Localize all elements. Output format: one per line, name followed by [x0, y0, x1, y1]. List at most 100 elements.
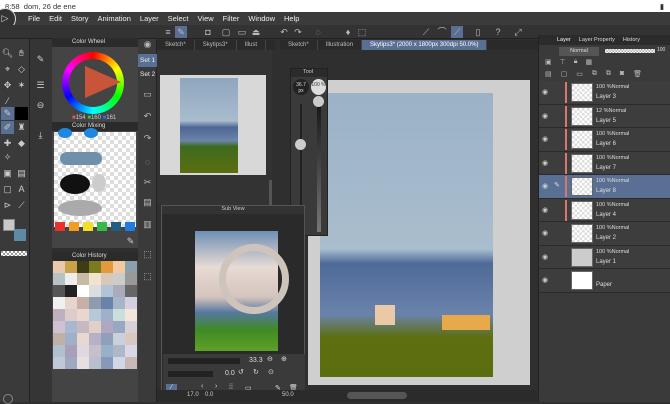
ruler-icon[interactable]: ⟋	[420, 26, 432, 38]
history-swatch[interactable]	[125, 321, 137, 333]
previous-icon[interactable]: ‹	[201, 383, 203, 390]
palette-swatch[interactable]	[55, 222, 65, 231]
tab-sketch[interactable]: Sketch*	[157, 40, 195, 50]
history-swatch[interactable]	[113, 321, 125, 333]
layer-row[interactable]: ◉ Paper	[539, 269, 670, 293]
mixing-canvas[interactable]	[54, 128, 136, 227]
settings-sliders-icon[interactable]: ☰	[34, 79, 47, 92]
history-swatch[interactable]	[77, 261, 89, 273]
history-swatch[interactable]	[101, 285, 113, 297]
clear-icon[interactable]: ◌	[312, 26, 324, 38]
history-swatch[interactable]	[113, 285, 125, 297]
history-swatch[interactable]	[53, 273, 65, 285]
artwork[interactable]	[320, 93, 493, 377]
copy-layer-icon[interactable]: ⧉	[592, 70, 597, 80]
menu-layer[interactable]: Layer	[140, 14, 159, 23]
history-swatch[interactable]	[65, 273, 77, 285]
history-swatch[interactable]	[65, 285, 77, 297]
layer-row[interactable]: ◉ 100 %Normal Layer 4	[539, 198, 670, 222]
rotation-slider[interactable]	[168, 371, 213, 377]
history-swatch[interactable]	[77, 297, 89, 309]
crop-icon[interactable]: ⬚	[356, 26, 368, 38]
history-swatch[interactable]	[53, 321, 65, 333]
eye-icon[interactable]: ◉	[542, 253, 548, 261]
history-swatch[interactable]	[65, 309, 77, 321]
wand-tool-icon[interactable]: ✶	[15, 79, 28, 92]
tab-sketch[interactable]: Sketch*	[280, 40, 318, 50]
opacity-slider[interactable]	[605, 49, 655, 53]
figure-tool-icon[interactable]: ▢	[1, 183, 14, 196]
zoom-tool-icon[interactable]: 🔍︎	[1, 47, 14, 60]
pen-tool-icon[interactable]: ✎	[1, 107, 14, 120]
history-swatch[interactable]	[77, 309, 89, 321]
device-icon[interactable]: ▯	[472, 26, 484, 38]
history-swatch[interactable]	[113, 309, 125, 321]
history-swatch[interactable]	[113, 297, 125, 309]
history-swatch[interactable]	[53, 309, 65, 321]
copy-icon[interactable]: ▤	[140, 197, 155, 212]
history-swatch[interactable]	[77, 357, 89, 369]
undo-icon[interactable]: ↶	[278, 26, 290, 38]
text-tool-icon[interactable]: A	[15, 183, 28, 196]
history-swatch[interactable]	[77, 345, 89, 357]
history-swatch[interactable]	[53, 297, 65, 309]
reset-icon[interactable]: ⊙	[268, 368, 274, 376]
tab-illust[interactable]: Illust	[237, 40, 267, 50]
loupe-circle[interactable]	[219, 244, 289, 314]
quick-access-menu-icon[interactable]: ◉	[140, 39, 155, 54]
opacity-slider-handle[interactable]	[313, 96, 324, 107]
menu-file[interactable]: File	[28, 14, 40, 23]
history-swatch[interactable]	[53, 285, 65, 297]
history-swatch[interactable]	[89, 261, 101, 273]
history-swatch[interactable]	[65, 333, 77, 345]
new-file-icon[interactable]: ▢	[220, 26, 232, 38]
history-swatch[interactable]	[65, 297, 77, 309]
blend-mode-select[interactable]: Normal	[559, 47, 599, 56]
subtool-link-icon[interactable]: ⊖	[34, 99, 47, 112]
undo-icon[interactable]: ↶	[140, 111, 155, 126]
new-folder-icon[interactable]: ▭	[576, 70, 583, 80]
layer-row[interactable]: ◉ 100 %Normal Layer 3	[539, 81, 670, 105]
history-swatch[interactable]	[113, 357, 125, 369]
main-canvas-paper[interactable]	[308, 80, 530, 385]
tab-history[interactable]: History	[623, 35, 640, 45]
history-swatch[interactable]	[125, 345, 137, 357]
fill-tool-icon[interactable]: ▣	[1, 167, 14, 180]
history-swatch[interactable]	[89, 273, 101, 285]
brush-tool-icon[interactable]: ✐	[1, 121, 14, 134]
mixing-brush-icon[interactable]: ✎	[124, 235, 137, 248]
history-swatch[interactable]	[65, 345, 77, 357]
history-swatch[interactable]	[101, 333, 113, 345]
set-1-tab[interactable]: Set 1	[138, 54, 157, 67]
hand-tool-icon[interactable]: ✋︎	[15, 47, 28, 60]
history-swatch[interactable]	[101, 297, 113, 309]
hamburger-icon[interactable]: ≡	[162, 26, 174, 38]
tablet-mode-icon[interactable]: ✎	[175, 26, 187, 38]
lock-icon[interactable]: 🔒︎	[574, 58, 578, 69]
paste-icon[interactable]: ▥	[140, 219, 155, 234]
eye-icon[interactable]: ◉	[542, 229, 548, 237]
airbrush-tool-icon[interactable]: ♜	[15, 121, 28, 134]
palette-swatch[interactable]	[97, 222, 107, 231]
history-swatch[interactable]	[125, 261, 137, 273]
history-swatch[interactable]	[53, 333, 65, 345]
history-swatch[interactable]	[77, 285, 89, 297]
color-history-grid[interactable]	[53, 261, 137, 402]
history-swatch[interactable]	[89, 297, 101, 309]
brush-stroke-icon[interactable]: ⌒	[436, 26, 448, 38]
new-vector-icon[interactable]: ▢	[561, 70, 568, 80]
history-swatch[interactable]	[113, 273, 125, 285]
cut-icon[interactable]: ✂	[140, 177, 155, 192]
tab-illustration[interactable]: Illustration	[318, 40, 363, 50]
tab-layer-property[interactable]: Layer Property	[579, 35, 615, 45]
tab-skytips3[interactable]: Skytips3*	[195, 40, 237, 50]
layer-row[interactable]: ◉ 100 %Normal Layer 7	[539, 151, 670, 175]
rotate-right-icon[interactable]: ↻	[253, 368, 259, 376]
history-swatch[interactable]	[89, 333, 101, 345]
speech-bubble-icon[interactable]: ▭	[140, 89, 155, 104]
clip-icon[interactable]: ▣	[545, 58, 552, 69]
palette-swatch[interactable]	[125, 222, 135, 231]
ref-layer-icon[interactable]: ⊤	[560, 58, 566, 69]
menu-window[interactable]: Window	[248, 14, 275, 23]
history-swatch[interactable]	[77, 333, 89, 345]
